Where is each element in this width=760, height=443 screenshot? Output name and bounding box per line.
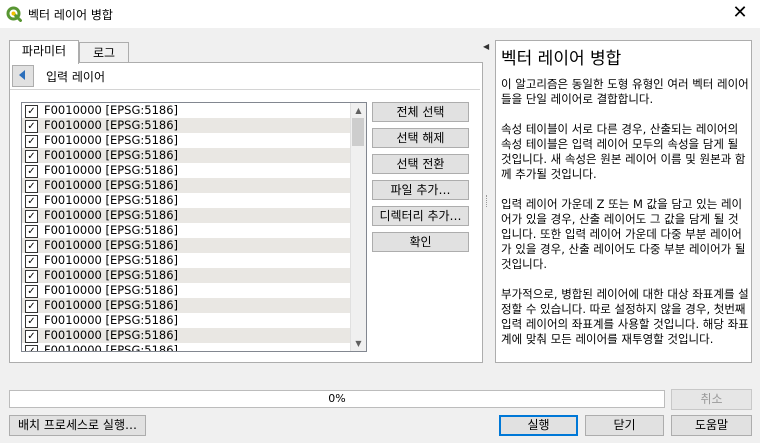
scroll-thumb[interactable] (352, 118, 364, 146)
layer-checkbox[interactable]: ✓ (25, 240, 38, 253)
layer-row[interactable]: ✓ F0010000 [EPSG:5186] (22, 328, 351, 343)
help-panel: 벡터 레이어 병합 이 알고리즘은 동일한 도형 유형인 여러 벡터 레이어들을… (495, 40, 752, 363)
tab-parameters[interactable]: 파라미터 (9, 40, 79, 64)
layer-name: F0010000 [EPSG:5186] (44, 163, 179, 177)
deselect-all-button[interactable]: 선택 해제 (372, 128, 469, 148)
input-layers-label: 입력 레이어 (46, 70, 106, 84)
layer-checkbox[interactable]: ✓ (25, 195, 38, 208)
add-file-button[interactable]: 파일 추가… (372, 180, 469, 200)
layer-name: F0010000 [EPSG:5186] (44, 283, 179, 297)
layer-row[interactable]: ✓ F0010000 [EPSG:5186] (22, 163, 351, 178)
layer-checkbox[interactable]: ✓ (25, 165, 38, 178)
layer-checkbox[interactable]: ✓ (25, 285, 38, 298)
divider (10, 89, 480, 90)
layer-checkbox[interactable]: ✓ (25, 210, 38, 223)
tab-log[interactable]: 로그 (79, 42, 129, 63)
layer-checkbox[interactable]: ✓ (25, 105, 38, 118)
layer-checkbox[interactable]: ✓ (25, 225, 38, 238)
layer-name: F0010000 [EPSG:5186] (44, 298, 179, 312)
back-arrow-icon (19, 70, 25, 80)
layer-checkbox[interactable]: ✓ (25, 120, 38, 133)
layer-name: F0010000 [EPSG:5186] (44, 193, 179, 207)
scroll-down-icon[interactable]: ▼ (351, 336, 366, 351)
add-directory-button[interactable]: 디렉터리 추가… (372, 206, 469, 226)
layer-row[interactable]: ✓ F0010000 [EPSG:5186] (22, 298, 351, 313)
run-button[interactable]: 실행 (499, 415, 578, 436)
layer-name: F0010000 [EPSG:5186] (44, 328, 179, 342)
layer-name: F0010000 [EPSG:5186] (44, 343, 179, 352)
help-body: 이 알고리즘은 동일한 도형 유형인 여러 벡터 레이어들을 단일 레이어로 결… (501, 77, 749, 362)
layer-checkbox[interactable]: ✓ (25, 135, 38, 148)
help-title: 벡터 레이어 병합 (501, 49, 622, 69)
select-all-button[interactable]: 전체 선택 (372, 102, 469, 122)
layer-name: F0010000 [EPSG:5186] (44, 178, 179, 192)
cancel-button[interactable]: 취소 (671, 389, 752, 410)
layer-name: F0010000 [EPSG:5186] (44, 313, 179, 327)
layer-row[interactable]: ✓ F0010000 [EPSG:5186] (22, 178, 351, 193)
layer-row[interactable]: ✓ F0010000 [EPSG:5186] (22, 208, 351, 223)
layer-row[interactable]: ✓ F0010000 [EPSG:5186] (22, 133, 351, 148)
layer-row[interactable]: ✓ F0010000 [EPSG:5186] (22, 283, 351, 298)
layer-checkbox[interactable]: ✓ (25, 300, 38, 313)
layer-list[interactable]: ✓ F0010000 [EPSG:5186] ✓ F0010000 [EPSG:518… (21, 102, 367, 352)
layer-row[interactable]: ✓ F0010000 [EPSG:5186] (22, 148, 351, 163)
close-button[interactable]: 닫기 (585, 415, 664, 436)
qgis-logo-icon (6, 6, 22, 22)
layer-checkbox[interactable]: ✓ (25, 270, 38, 283)
layer-checkbox[interactable]: ✓ (25, 330, 38, 343)
layer-row[interactable]: ✓ F0010000 [EPSG:5186] (22, 313, 351, 328)
layer-name: F0010000 [EPSG:5186] (44, 268, 179, 282)
help-button[interactable]: 도움말 (671, 415, 752, 436)
back-button[interactable] (12, 65, 34, 87)
close-window-button[interactable]: ✕ (728, 2, 752, 23)
layer-name: F0010000 [EPSG:5186] (44, 223, 179, 237)
window-title: 벡터 레이어 병합 (28, 8, 113, 22)
toggle-selection-button[interactable]: 선택 전환 (372, 154, 469, 174)
layer-checkbox[interactable]: ✓ (25, 315, 38, 328)
collapse-help-icon[interactable]: ◀ (483, 42, 489, 51)
splitter-handle[interactable] (486, 195, 489, 207)
progress-bar: 0% (9, 390, 665, 408)
layer-row[interactable]: ✓ F0010000 [EPSG:5186] (22, 193, 351, 208)
layer-name: F0010000 [EPSG:5186] (44, 253, 179, 267)
layer-checkbox[interactable]: ✓ (25, 255, 38, 268)
layer-name: F0010000 [EPSG:5186] (44, 208, 179, 222)
ok-button[interactable]: 확인 (372, 232, 469, 252)
layer-name: F0010000 [EPSG:5186] (44, 103, 179, 117)
layer-checkbox[interactable]: ✓ (25, 150, 38, 163)
help-paragraph: 속성 테이블이 서로 다른 경우, 산출되는 레이어의 속성 테이블은 입력 레… (501, 122, 746, 181)
layer-list-scrollbar[interactable]: ▲ ▼ (350, 103, 366, 351)
window-titlebar: 벡터 레이어 병합 ✕ (0, 0, 760, 28)
layer-row[interactable]: ✓ F0010000 [EPSG:5186] (22, 238, 351, 253)
help-paragraph: 입력 레이어 가운데 Z 또는 M 값을 담고 있는 레이어가 있을 경우, 산… (501, 197, 746, 271)
layer-row[interactable]: ✓ F0010000 [EPSG:5186] (22, 118, 351, 133)
layer-row[interactable]: ✓ F0010000 [EPSG:5186] (22, 343, 351, 352)
layer-name: F0010000 [EPSG:5186] (44, 148, 179, 162)
run-as-batch-button[interactable]: 배치 프로세스로 실행… (9, 415, 146, 436)
scroll-up-icon[interactable]: ▲ (351, 103, 366, 118)
layer-checkbox[interactable]: ✓ (25, 345, 38, 351)
layer-row[interactable]: ✓ F0010000 [EPSG:5186] (22, 103, 351, 118)
layer-row[interactable]: ✓ F0010000 [EPSG:5186] (22, 223, 351, 238)
layer-row[interactable]: ✓ F0010000 [EPSG:5186] (22, 253, 351, 268)
layer-checkbox[interactable]: ✓ (25, 180, 38, 193)
help-paragraph: 이 알고리즘은 동일한 도형 유형인 여러 벡터 레이어들을 단일 레이어로 결… (501, 77, 749, 106)
layer-name: F0010000 [EPSG:5186] (44, 238, 179, 252)
layer-rows: ✓ F0010000 [EPSG:5186] ✓ F0010000 [EPSG:518… (22, 103, 351, 352)
layer-name: F0010000 [EPSG:5186] (44, 118, 179, 132)
layer-row[interactable]: ✓ F0010000 [EPSG:5186] (22, 268, 351, 283)
help-paragraph: 부가적으로, 병합된 레이어에 대한 대상 좌표계를 설정할 수 있습니다. 따… (501, 287, 749, 346)
layer-name: F0010000 [EPSG:5186] (44, 133, 179, 147)
